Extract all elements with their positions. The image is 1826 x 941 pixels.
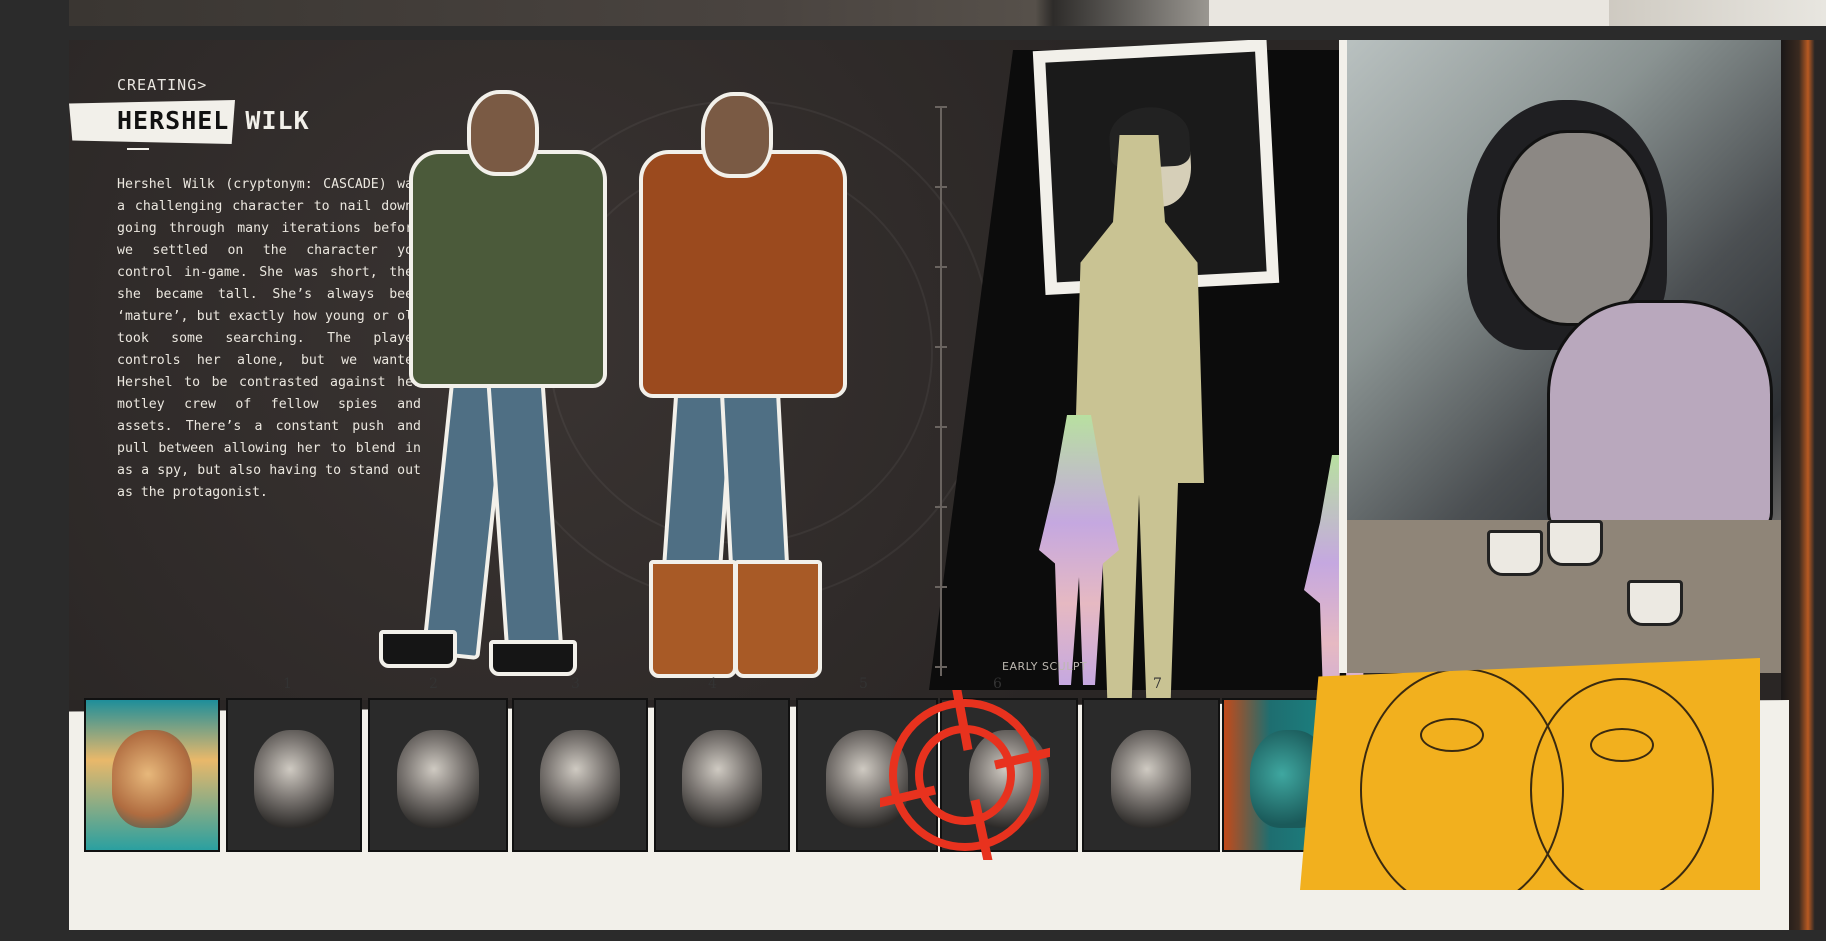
ruler-tick <box>935 506 947 508</box>
ruler-tick <box>935 266 947 268</box>
frame-number: 2 <box>429 676 438 692</box>
portrait-face <box>112 730 192 828</box>
cup-icon <box>1547 520 1603 566</box>
portrait-face <box>254 730 334 828</box>
sketch-line <box>1420 718 1484 752</box>
section-label: CREATING> <box>117 76 208 94</box>
illustration-face <box>1497 130 1653 326</box>
figure-head <box>701 92 773 178</box>
sculpt-caption: EARLY SCULPT <box>1002 660 1088 673</box>
cafe-illustration <box>1339 40 1789 673</box>
character-description: Hershel Wilk (cryptonym: CASCADE) was a … <box>117 177 421 500</box>
ruler-tick <box>935 426 947 428</box>
ruler-tick <box>935 586 947 588</box>
portrait-face <box>397 730 479 828</box>
frame-number: 7 <box>1153 676 1162 692</box>
ruler-tick <box>935 346 947 348</box>
cup-icon <box>1487 530 1543 576</box>
figure-boot <box>489 640 577 676</box>
portrait-frame-4 <box>654 698 790 852</box>
portrait-face <box>682 730 762 828</box>
figure-coat <box>409 150 607 388</box>
portrait-frame-2 <box>368 698 508 852</box>
title-underline <box>127 148 149 150</box>
ruler-tick <box>935 666 947 668</box>
yellow-sketch-panel <box>1300 658 1760 890</box>
title-last-name: WILK <box>245 106 310 135</box>
portrait-frame-7 <box>1082 698 1220 852</box>
height-ruler <box>940 106 942 676</box>
frame-number: 4 <box>708 676 717 692</box>
sketch-line <box>1590 728 1654 762</box>
frame-number: 1 <box>283 676 292 692</box>
portrait-frame-1 <box>226 698 362 852</box>
portrait-frame-3 <box>512 698 648 852</box>
figure-head <box>467 90 539 176</box>
page-title: HERSHEL WILK <box>117 106 310 135</box>
figure-boot <box>734 560 822 678</box>
portrait-face <box>1110 730 1192 828</box>
frame-number: 5 <box>859 676 868 692</box>
ruler-tick <box>935 186 947 188</box>
figure-boot <box>379 630 457 668</box>
top-page-strip <box>69 0 1826 26</box>
figure-boot <box>649 560 737 678</box>
crosshair-target-icon <box>880 690 1050 860</box>
illustration-jacket <box>1547 300 1773 536</box>
title-first-name: HERSHEL <box>117 106 230 135</box>
ruler-tick <box>935 106 947 108</box>
portrait-frame-color-teal-hat <box>84 698 220 852</box>
cup-icon <box>1627 580 1683 626</box>
portrait-face <box>540 730 620 828</box>
sketch-line <box>1530 678 1714 890</box>
frame-number: 3 <box>571 676 580 692</box>
figure-coat <box>639 150 847 398</box>
top-strip-paper <box>1209 0 1609 26</box>
